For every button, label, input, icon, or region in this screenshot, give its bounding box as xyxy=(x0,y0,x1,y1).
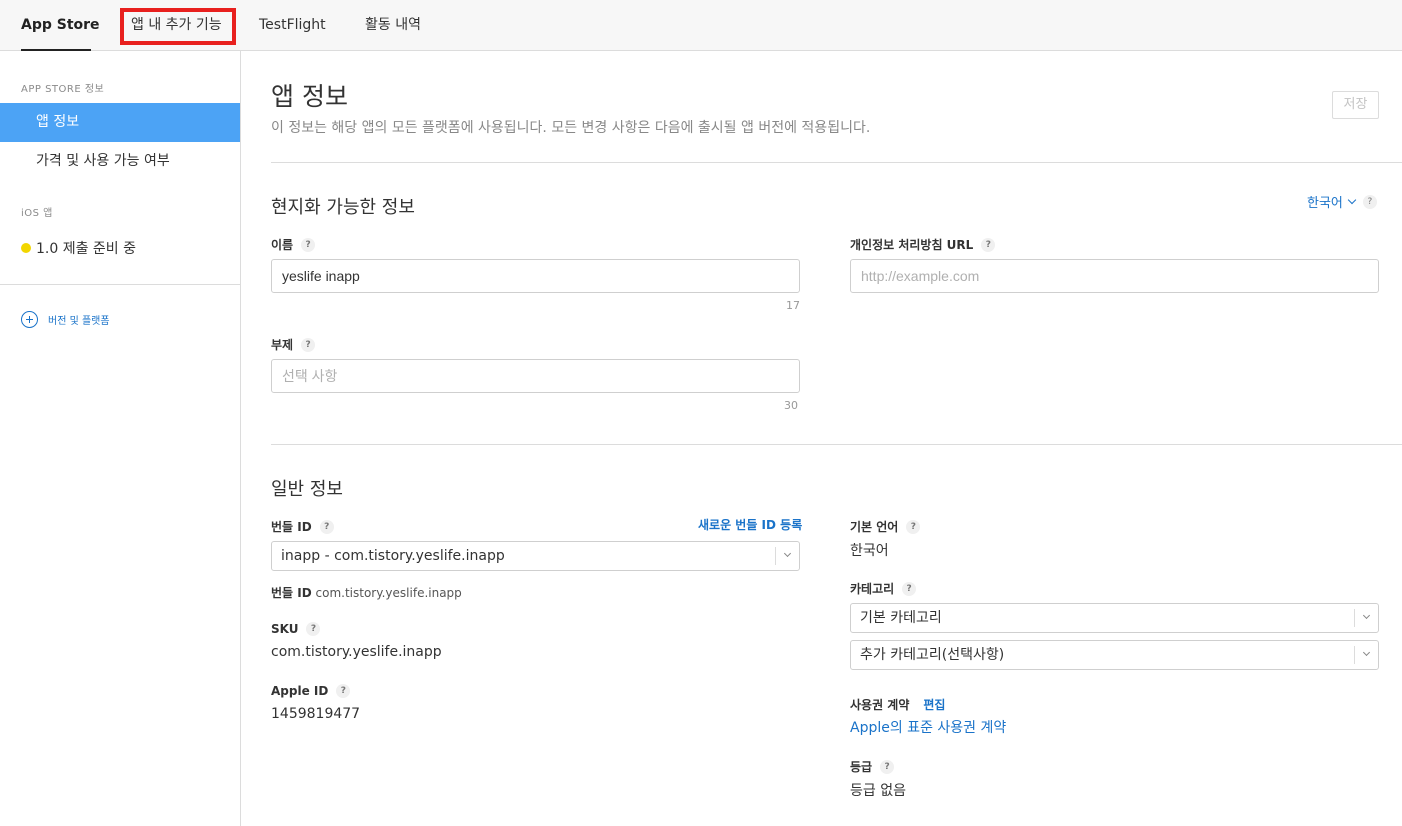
help-icon[interactable]: ? xyxy=(880,759,895,774)
help-icon[interactable]: ? xyxy=(301,337,316,352)
secondary-category-value: 추가 카테고리(선택사항) xyxy=(860,647,1005,663)
license-label: 사용권 계약 xyxy=(850,698,910,712)
add-version-platform-button[interactable]: 버전 및 플랫폼 xyxy=(21,311,110,328)
secondary-category-select[interactable]: 추가 카테고리(선택사항) xyxy=(850,640,1379,670)
chevron-down-icon xyxy=(783,549,792,558)
rating-label: 등급 xyxy=(850,760,873,774)
highlight-annotation-box xyxy=(120,8,236,45)
sku-label-row: SKU ? xyxy=(271,622,321,636)
privacy-url-input[interactable] xyxy=(861,260,1378,292)
sku-value: com.tistory.yeslife.inapp xyxy=(271,644,442,660)
primary-language-label: 기본 언어 xyxy=(850,520,899,534)
chevron-down-icon xyxy=(1362,611,1371,620)
bundle-id-select[interactable]: inapp - com.tistory.yeslife.inapp xyxy=(271,541,800,571)
sidebar-heading-app-store-info: APP STORE 정보 xyxy=(21,84,105,95)
select-separator xyxy=(1354,646,1355,664)
language-label: 한국어 xyxy=(1307,196,1343,211)
divider xyxy=(271,162,1402,163)
page-title: 앱 정보 xyxy=(271,82,348,111)
name-field[interactable] xyxy=(271,259,800,293)
select-separator xyxy=(1354,609,1355,627)
subtitle-label: 부제 xyxy=(271,338,294,352)
sidebar-divider xyxy=(0,284,240,285)
license-label-row: 사용권 계약 편집 xyxy=(850,696,945,713)
rating-value: 등급 없음 xyxy=(850,783,906,799)
help-icon[interactable]: ? xyxy=(981,237,996,252)
top-navigation: App Store 앱 내 추가 기능 TestFlight 활동 내역 xyxy=(0,0,1402,51)
help-icon[interactable]: ? xyxy=(306,622,321,636)
general-info-heading: 일반 정보 xyxy=(271,479,343,500)
sidebar-item-version[interactable]: 1.0 제출 준비 중 xyxy=(21,238,136,258)
register-bundle-id-link[interactable]: 새로운 번들 ID 등록 xyxy=(698,516,802,533)
page-subtitle: 이 정보는 해당 앱의 모든 플랫폼에 사용됩니다. 모든 변경 사항은 다음에… xyxy=(271,120,871,136)
sidebar: APP STORE 정보 앱 정보 가격 및 사용 가능 여부 iOS 앱 1.… xyxy=(0,51,241,826)
privacy-url-label-row: 개인정보 처리방침 URL ? xyxy=(850,236,996,253)
version-status-label: 1.0 제출 준비 중 xyxy=(36,241,137,257)
name-char-counter: 17 xyxy=(786,299,800,312)
localizable-info-heading: 현지화 가능한 정보 xyxy=(271,197,415,218)
subtitle-field[interactable] xyxy=(271,359,800,393)
help-icon[interactable]: ? xyxy=(336,684,351,698)
help-icon[interactable]: ? xyxy=(906,519,921,534)
language-selector[interactable]: 한국어 ? xyxy=(1307,192,1377,211)
apple-id-value: 1459819477 xyxy=(271,706,361,722)
license-agreement-link[interactable]: Apple의 표준 사용권 계약 xyxy=(850,717,1006,737)
rating-label-row: 등급 ? xyxy=(850,758,895,775)
help-icon[interactable]: ? xyxy=(301,237,316,252)
tab-activity[interactable]: 활동 내역 xyxy=(365,0,421,51)
subtitle-input[interactable] xyxy=(282,360,799,392)
sidebar-item-pricing[interactable]: 가격 및 사용 가능 여부 xyxy=(0,142,240,181)
privacy-url-field[interactable] xyxy=(850,259,1379,293)
category-label: 카테고리 xyxy=(850,582,895,596)
privacy-url-label: 개인정보 처리방침 URL xyxy=(850,238,974,252)
plus-circle-icon xyxy=(21,311,38,328)
main-content: 앱 정보 이 정보는 해당 앱의 모든 플랫폼에 사용됩니다. 모든 변경 사항… xyxy=(241,51,1402,826)
sku-label: SKU xyxy=(271,622,299,636)
name-input[interactable] xyxy=(282,260,799,292)
chevron-down-icon xyxy=(1347,195,1357,204)
license-edit-link[interactable]: 편집 xyxy=(923,696,945,713)
help-icon[interactable]: ? xyxy=(319,519,334,534)
bundle-id-label-row: 번들 ID ? xyxy=(271,518,334,535)
help-icon[interactable]: ? xyxy=(902,581,917,596)
name-label-row: 이름 ? xyxy=(271,236,316,253)
help-icon[interactable]: ? xyxy=(1362,194,1377,209)
primary-category-value: 기본 카테고리 xyxy=(860,610,942,626)
primary-language-label-row: 기본 언어 ? xyxy=(850,518,921,535)
bundle-id-caption-value: com.tistory.yeslife.inapp xyxy=(315,586,462,600)
add-version-platform-label: 버전 및 플랫폼 xyxy=(48,316,110,327)
bundle-id-caption: 번들 ID com.tistory.yeslife.inapp xyxy=(271,584,462,601)
save-button[interactable]: 저장 xyxy=(1332,91,1379,119)
divider xyxy=(271,444,1402,445)
tab-testflight[interactable]: TestFlight xyxy=(259,0,326,51)
category-label-row: 카테고리 ? xyxy=(850,580,917,597)
sidebar-heading-ios-app: iOS 앱 xyxy=(21,208,53,219)
apple-id-label-row: Apple ID ? xyxy=(271,684,351,698)
bundle-id-caption-label: 번들 ID xyxy=(271,586,312,600)
apple-id-label: Apple ID xyxy=(271,684,329,698)
subtitle-label-row: 부제 ? xyxy=(271,336,316,353)
bundle-id-select-value: inapp - com.tistory.yeslife.inapp xyxy=(281,548,505,564)
bundle-id-label: 번들 ID xyxy=(271,520,312,534)
status-dot-icon xyxy=(21,243,31,253)
primary-category-select[interactable]: 기본 카테고리 xyxy=(850,603,1379,633)
name-label: 이름 xyxy=(271,238,294,252)
sidebar-item-app-info[interactable]: 앱 정보 xyxy=(0,103,240,142)
chevron-down-icon xyxy=(1362,648,1371,657)
subtitle-char-counter: 30 xyxy=(784,399,798,412)
select-separator xyxy=(775,547,776,565)
primary-language-value: 한국어 xyxy=(850,543,889,559)
tab-app-store[interactable]: App Store xyxy=(21,0,100,51)
